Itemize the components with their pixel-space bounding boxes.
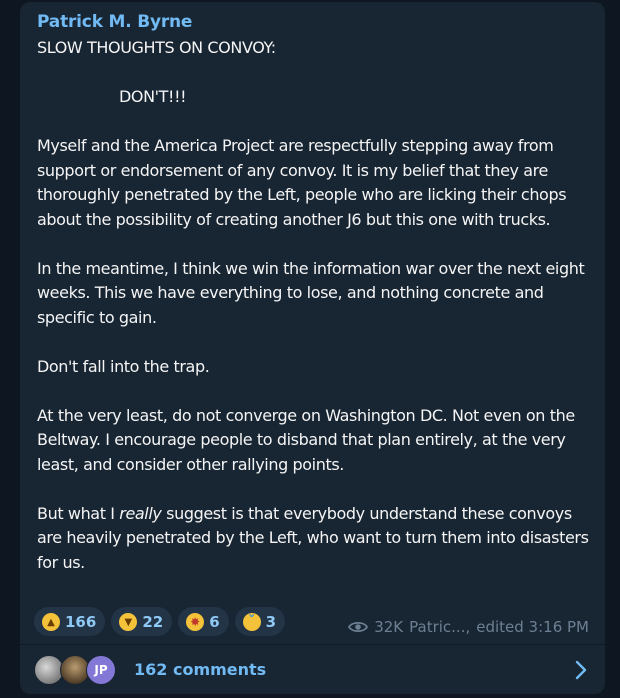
chevron-right-icon	[575, 660, 587, 680]
comments-button[interactable]: JP 162 comments	[20, 645, 605, 694]
thumbs-up-icon	[42, 612, 60, 631]
avatar: JP	[86, 654, 116, 685]
reaction-crying-face[interactable]: 3	[234, 607, 286, 636]
crying-face-icon	[242, 612, 261, 631]
reaction-exploding-head[interactable]: 6	[178, 607, 229, 636]
message-paragraph-3: Don't fall into the trap.	[37, 356, 210, 376]
message-paragraph-5-emphasis: really	[119, 503, 162, 523]
reaction-count: 22	[142, 612, 164, 631]
commenter-avatars: JP	[34, 654, 134, 685]
message-paragraph-5-pre: But what I	[37, 503, 120, 523]
thumbs-down-icon	[119, 612, 138, 631]
message-dont: DON'T!!!	[119, 87, 187, 106]
message-paragraph-4: At the very least, do not converge on Wa…	[37, 405, 575, 474]
comments-label: 162 comments	[134, 660, 267, 679]
edited-timestamp: edited 3:16 PM	[476, 618, 589, 636]
reaction-count: 6	[209, 612, 220, 631]
reaction-count: 166	[65, 612, 97, 631]
message-paragraph-1: Myself and the America Project are respe…	[37, 136, 567, 229]
message-bubble: Patrick M. Byrne SLOW THOUGHTS ON CONVOY…	[20, 2, 605, 694]
message-paragraph-2: In the meantime, I think we win the info…	[37, 258, 585, 327]
reactions-bar: 166 22 6 3	[34, 607, 286, 636]
message-paragraph-5: But what I really suggest is that everyb…	[37, 502, 592, 576]
message-title: SLOW THOUGHTS ON CONVOY:	[37, 38, 276, 57]
view-count: 32K	[374, 618, 404, 636]
eye-icon	[348, 621, 369, 633]
reaction-count: 3	[265, 612, 277, 631]
reaction-thumbs-up[interactable]: 166	[34, 607, 106, 636]
message-meta: 32K Patric..., edited 3:16 PM	[348, 618, 589, 636]
exploding-head-icon	[186, 612, 205, 631]
reaction-thumbs-down[interactable]: 22	[111, 607, 173, 636]
message-text: SLOW THOUGHTS ON CONVOY: DON'T!!! Myself…	[37, 36, 592, 575]
author-name[interactable]: Patrick M. Byrne	[37, 12, 192, 32]
post-author-signature: Patric...,	[409, 618, 471, 636]
